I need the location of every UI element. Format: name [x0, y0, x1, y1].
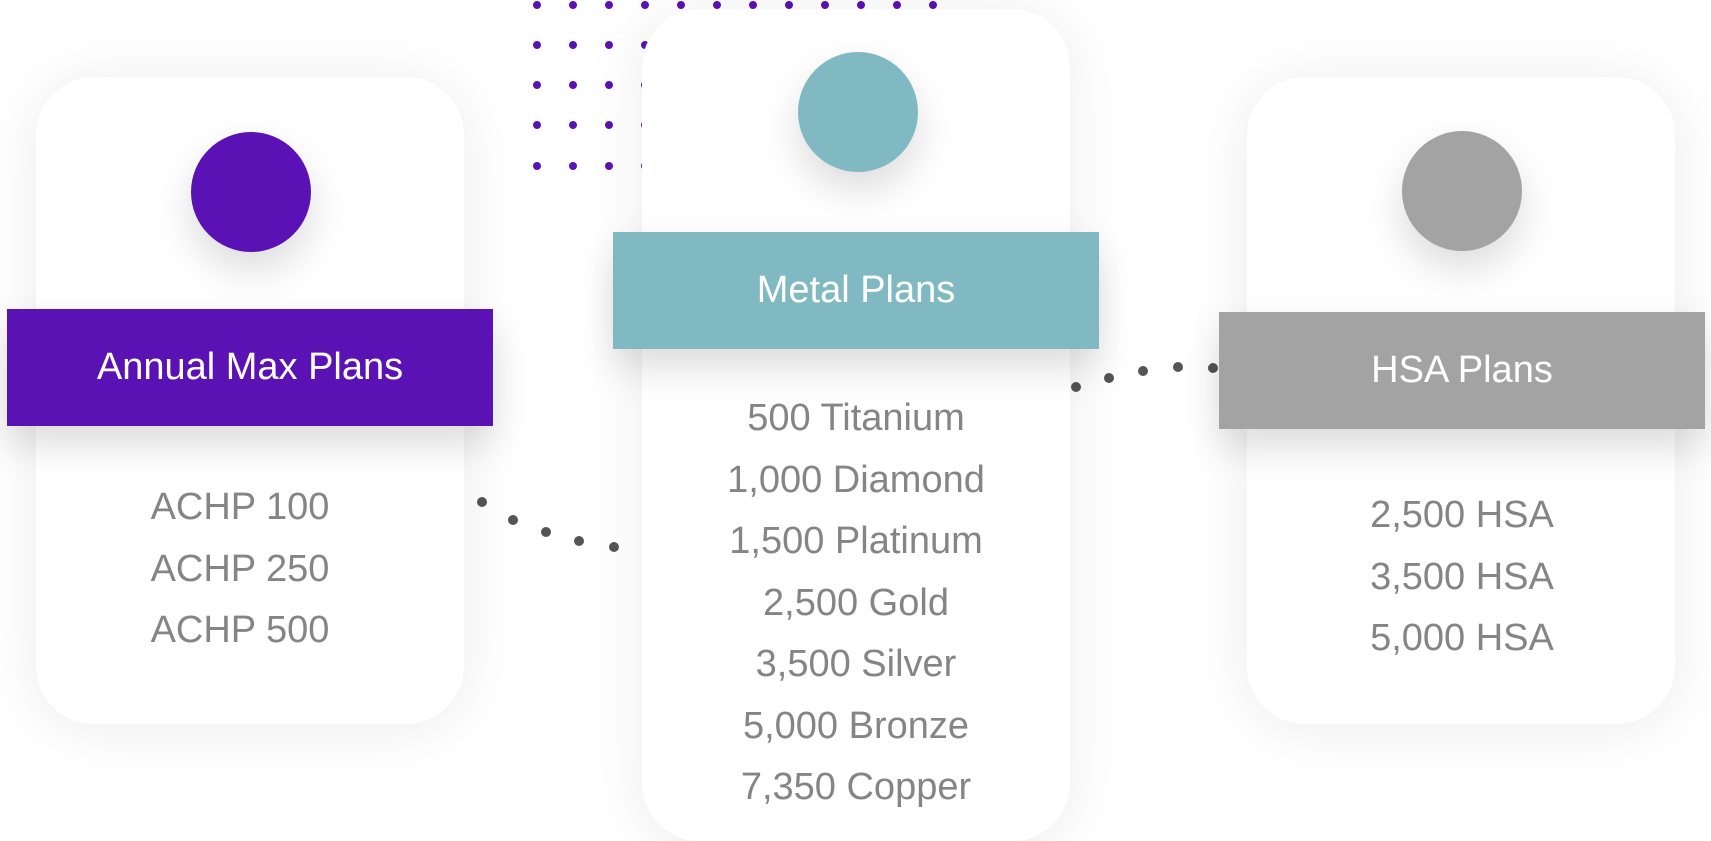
list-item: 1,500 Platinum: [729, 520, 983, 562]
connector-right: [1071, 362, 1218, 392]
list-item: 5,000 Bronze: [742, 704, 970, 747]
annual-max-plans-title-label: Annual Max Plans: [96, 346, 404, 388]
metal-plans-title-label: Metal Plans: [756, 269, 956, 311]
list-item: 1,000 Diamond: [727, 458, 985, 501]
metal-plans-list: 500 Titanium 1,000 Diamond 1,500 Platinu…: [656, 388, 1056, 819]
annual-max-circle-icon: [191, 132, 311, 252]
list-item: ACHP 500: [150, 609, 330, 651]
hsa-plans-title-label: HSA Plans: [1371, 349, 1553, 391]
annual-max-plans-title: Annual Max Plans: [7, 309, 493, 426]
list-item: ACHP 100: [150, 486, 330, 528]
list-item: 500 Titanium: [747, 397, 965, 439]
metal-plans-title: Metal Plans: [613, 232, 1099, 349]
connector-left: [477, 497, 619, 552]
annual-max-plans-list: ACHP 100 ACHP 250 ACHP 500: [40, 477, 440, 662]
list-item: 3,500 HSA: [1370, 555, 1554, 598]
metal-plans-circle-icon: [798, 52, 918, 172]
list-item: ACHP 250: [150, 547, 330, 590]
list-item: 7,350 Copper: [740, 766, 972, 808]
hsa-plans-circle-icon: [1402, 131, 1522, 251]
hsa-plans-title: HSA Plans: [1219, 312, 1705, 429]
list-item: 3,500 Silver: [755, 643, 957, 685]
list-item: 2,500 Gold: [763, 581, 949, 624]
hsa-plans-list: 2,500 HSA 3,500 HSA 5,000 HSA: [1262, 485, 1662, 670]
list-item: 2,500 HSA: [1370, 494, 1554, 536]
list-item: 5,000 HSA: [1370, 617, 1554, 659]
